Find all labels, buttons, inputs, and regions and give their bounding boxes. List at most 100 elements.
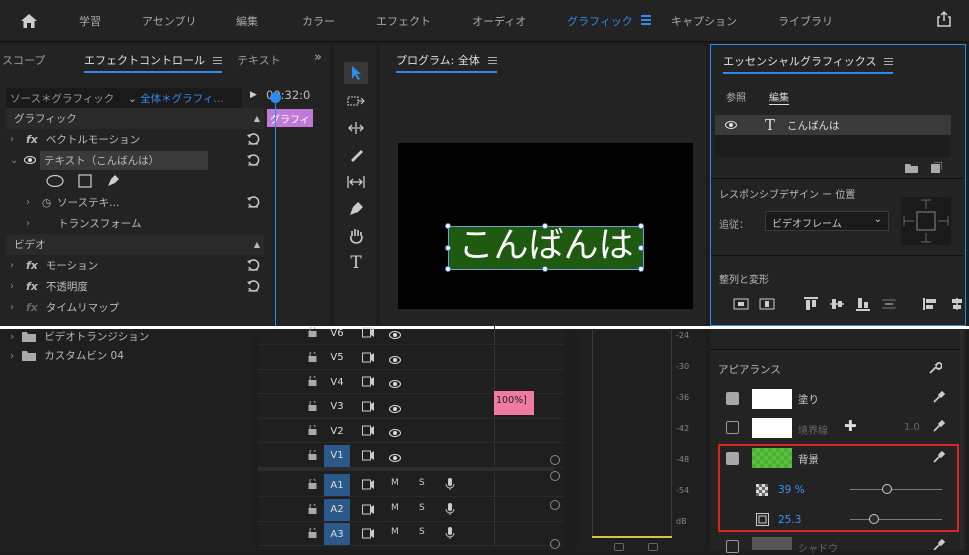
slip-tool-icon[interactable] <box>344 171 368 193</box>
property-row-source-text[interactable]: › ◷ ソーステキ… <box>6 192 264 213</box>
shadow-checkbox[interactable] <box>726 540 739 553</box>
fill-checkbox[interactable] <box>726 392 739 405</box>
align-middle-icon[interactable] <box>829 297 845 311</box>
chevron-right-icon[interactable]: › <box>26 218 36 229</box>
selection-tool-icon[interactable] <box>344 62 368 84</box>
scroll-handle[interactable] <box>550 471 560 481</box>
ellipse-mask-icon[interactable] <box>46 175 64 187</box>
lock-icon[interactable] <box>308 424 317 435</box>
eyedropper-icon[interactable] <box>932 451 945 464</box>
sync-icon[interactable] <box>362 450 374 461</box>
effect-row-text[interactable]: ⌄ テキスト（こんばんは） <box>6 150 264 171</box>
background-checkbox[interactable] <box>726 452 739 465</box>
sync-icon[interactable] <box>362 425 374 436</box>
hand-tool-icon[interactable] <box>344 225 368 247</box>
stroke-checkbox[interactable] <box>726 421 739 434</box>
panel-menu-icon[interactable] <box>884 57 894 67</box>
effect-row-vector-motion[interactable]: › fx ベクトルモーション <box>6 129 264 150</box>
lock-icon[interactable] <box>308 350 317 362</box>
opacity-slider-track[interactable] <box>850 489 942 490</box>
align-center-horizontal-icon[interactable] <box>759 297 775 311</box>
sync-icon[interactable] <box>362 327 374 338</box>
distribute-vertical-icon[interactable] <box>881 297 897 311</box>
nav-tab-edit[interactable]: 編集 <box>236 13 258 29</box>
shadow-color-swatch[interactable] <box>752 537 792 550</box>
chevron-right-icon[interactable]: › <box>10 134 20 145</box>
track-label[interactable]: V5 <box>324 347 350 369</box>
transform-handle[interactable] <box>638 245 644 251</box>
size-slider-track[interactable] <box>850 519 942 520</box>
transform-handle[interactable] <box>445 245 451 251</box>
mute-button[interactable]: M <box>391 527 399 537</box>
section-graphic[interactable]: グラフィック ▲ <box>6 108 264 129</box>
eye-icon[interactable] <box>389 427 401 440</box>
stroke-width-value[interactable]: 1.0 <box>904 422 920 433</box>
track-label[interactable]: V6 <box>324 322 350 344</box>
transform-handle[interactable] <box>445 223 451 229</box>
fx-icon[interactable]: fx <box>26 301 38 314</box>
align-left-icon[interactable] <box>923 297 939 311</box>
nav-tab-audio[interactable]: オーディオ <box>472 13 526 29</box>
razor-tool-icon[interactable] <box>344 144 368 166</box>
fill-color-swatch[interactable] <box>752 389 792 409</box>
eye-icon[interactable] <box>725 119 737 132</box>
source-dropdown[interactable]: ソース＊グラフィック <box>6 88 124 108</box>
reset-icon[interactable] <box>246 153 260 167</box>
solo-button[interactable]: S <box>419 478 425 488</box>
video-audio-divider[interactable] <box>258 467 554 471</box>
track-label[interactable]: A1 <box>324 474 350 496</box>
eye-icon[interactable] <box>389 378 401 391</box>
tab-scopes[interactable]: スコープ <box>2 52 45 68</box>
tab-browse[interactable]: 参照 <box>726 89 746 104</box>
playhead-handle[interactable] <box>270 92 281 103</box>
nav-tab-graphics[interactable]: グラフィック <box>567 13 633 29</box>
panel-menu-icon[interactable] <box>487 56 497 66</box>
fx-icon[interactable]: fx <box>26 259 38 272</box>
background-color-swatch[interactable] <box>752 448 792 468</box>
video-canvas[interactable]: こんばんは <box>398 143 693 309</box>
background-opacity-value[interactable]: 39 % <box>778 484 805 496</box>
chevron-right-icon[interactable]: › <box>10 350 14 362</box>
scrollbar[interactable] <box>960 329 964 550</box>
transform-handle[interactable] <box>638 223 644 229</box>
background-size-value[interactable]: 25.3 <box>778 514 801 526</box>
eyedropper-icon[interactable] <box>932 539 945 550</box>
transform-handle[interactable] <box>638 266 644 272</box>
nav-tab-captions[interactable]: キャプション <box>671 13 737 29</box>
chevron-right-icon[interactable]: › <box>10 302 20 313</box>
share-icon[interactable] <box>935 10 953 28</box>
tab-edit[interactable]: 編集 <box>769 89 789 105</box>
track-select-tool-icon[interactable] <box>344 90 368 112</box>
opacity-slider-thumb[interactable] <box>882 484 892 494</box>
eyedropper-icon[interactable] <box>932 420 945 433</box>
stopwatch-icon[interactable]: ◷ <box>42 197 51 209</box>
nav-tab-learn[interactable]: 学習 <box>79 13 101 29</box>
scroll-handle[interactable] <box>550 500 560 510</box>
align-center-vertical-icon[interactable] <box>733 297 749 311</box>
microphone-icon[interactable] <box>445 526 455 543</box>
effect-row-time-remap[interactable]: › fx タイムリマップ <box>6 297 264 318</box>
eye-icon[interactable] <box>389 354 401 367</box>
nav-tab-effects[interactable]: エフェクト <box>376 13 431 29</box>
nav-tab-color[interactable]: カラー <box>302 13 335 29</box>
play-icon[interactable]: ▶ <box>250 90 257 100</box>
chevron-right-icon[interactable]: › <box>10 331 14 343</box>
nav-tab-libraries[interactable]: ライブラリ <box>778 13 833 29</box>
stroke-color-swatch[interactable] <box>752 418 792 438</box>
property-row-transform[interactable]: › トランスフォーム <box>6 213 264 234</box>
sync-icon[interactable] <box>362 401 374 412</box>
solo-button[interactable]: S <box>419 527 425 537</box>
size-slider-thumb[interactable] <box>869 514 879 524</box>
eyedropper-icon[interactable] <box>932 391 945 404</box>
track-output-icon[interactable] <box>362 504 374 515</box>
sequence-dropdown[interactable]: ⌄ 全体＊グラフィ… <box>124 88 242 108</box>
mute-button[interactable]: M <box>391 503 399 513</box>
scroll-handle[interactable] <box>550 455 560 465</box>
track-label[interactable]: V2 <box>324 420 350 442</box>
lock-icon[interactable] <box>308 478 317 489</box>
eye-icon[interactable] <box>389 329 401 342</box>
tab-program[interactable]: プログラム: 全体 <box>396 52 497 73</box>
lock-icon[interactable] <box>308 527 317 538</box>
solo-button[interactable]: S <box>419 503 425 513</box>
align-center-icon[interactable] <box>949 297 965 311</box>
